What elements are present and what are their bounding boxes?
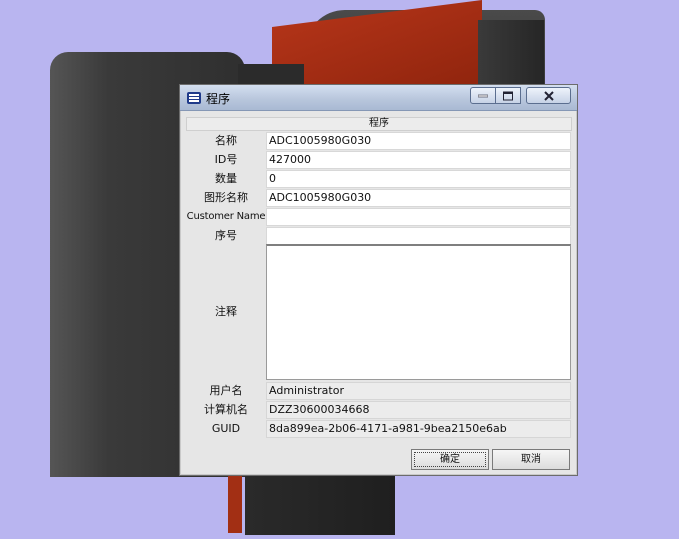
name-field[interactable]: ADC1005980G030	[266, 132, 571, 150]
field-label: 图形名称	[204, 191, 248, 204]
drawing-name-field[interactable]: ADC1005980G030	[266, 189, 571, 207]
id-field[interactable]: 427000	[266, 151, 571, 169]
info-row-user: 用户名 Administrator	[186, 382, 572, 400]
guid-value: 8da899ea-2b06-4171-a981-9bea2150e6ab	[266, 420, 571, 438]
field-row-name: 名称 ADC1005980G030	[186, 132, 572, 150]
program-dialog: 程序 程序 名称 ADC1005980G030 ID号 427000 数量 0 …	[179, 84, 578, 476]
maximize-button[interactable]	[496, 87, 521, 104]
minimize-button[interactable]	[470, 87, 496, 104]
program-app-icon	[186, 90, 202, 106]
field-row-serial: 序号	[186, 227, 572, 245]
serial-field[interactable]	[266, 227, 571, 245]
field-label: 用户名	[209, 384, 243, 397]
close-icon	[543, 90, 554, 101]
customer-name-field[interactable]	[266, 208, 571, 226]
field-label: 序号	[215, 229, 237, 242]
field-label: 名称	[215, 134, 237, 147]
field-row-drawing-name: 图形名称 ADC1005980G030	[186, 189, 572, 207]
model-red-lower	[228, 475, 242, 533]
field-row-customer-name: Customer Name	[186, 208, 572, 226]
close-button[interactable]	[526, 87, 571, 104]
computer-name-value: DZZ30600034668	[266, 401, 571, 419]
info-row-guid: GUID 8da899ea-2b06-4171-a981-9bea2150e6a…	[186, 420, 572, 438]
model-dark-lower	[245, 475, 395, 535]
notes-textarea[interactable]	[266, 244, 571, 380]
quantity-field[interactable]: 0	[266, 170, 571, 188]
window-title: 程序	[206, 92, 231, 106]
field-label: GUID	[211, 422, 241, 435]
user-name-value: Administrator	[266, 382, 571, 400]
model-dark-block-right	[478, 20, 544, 90]
field-label: ID号	[214, 153, 238, 166]
field-row-quantity: 数量 0	[186, 170, 572, 188]
section-header: 程序	[186, 117, 572, 131]
minimize-icon	[478, 94, 488, 97]
field-label: Customer Name	[186, 211, 266, 222]
field-label: 计算机名	[204, 403, 248, 416]
maximize-icon	[503, 91, 513, 100]
field-label: 数量	[215, 172, 237, 185]
field-row-id: ID号 427000	[186, 151, 572, 169]
title-bar[interactable]: 程序	[180, 85, 577, 111]
ok-button[interactable]: 确定	[411, 449, 489, 470]
info-row-computer: 计算机名 DZZ30600034668	[186, 401, 572, 419]
cancel-button[interactable]: 取消	[492, 449, 570, 470]
notes-label: 注释	[215, 305, 237, 318]
